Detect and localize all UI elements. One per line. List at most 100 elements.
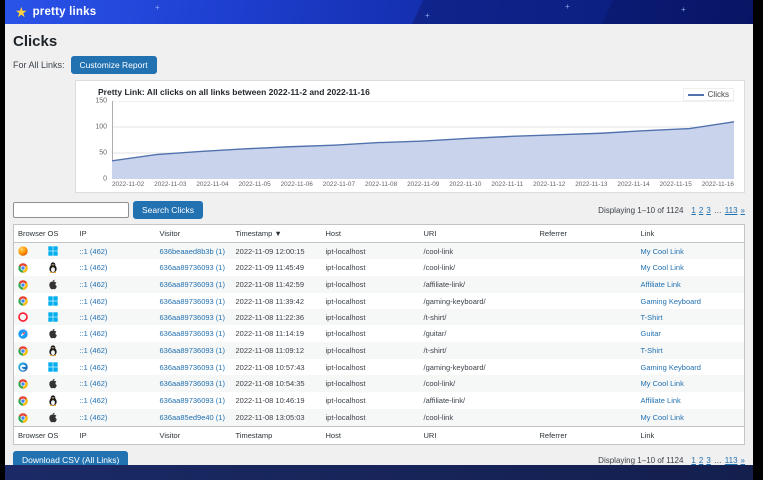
host-cell: ipt-localhost (322, 293, 420, 309)
pagination-page-link[interactable]: 113 (725, 456, 738, 465)
visitor-link[interactable]: 636aa89736093 (1) (160, 297, 225, 306)
legend-label: Clicks (708, 90, 729, 99)
column-header-link[interactable]: Link (637, 427, 745, 445)
search-input[interactable] (13, 202, 129, 218)
ip-link[interactable]: ::1 (462) (80, 263, 108, 272)
column-header-visitor[interactable]: Visitor (156, 427, 232, 445)
ip-link[interactable]: ::1 (462) (80, 280, 108, 289)
column-header-timestamp[interactable]: Timestamp ▼ (232, 225, 322, 243)
host-cell: ipt-localhost (322, 309, 420, 325)
column-header-referrer[interactable]: Referrer (536, 225, 637, 243)
referrer-cell (536, 392, 637, 409)
pagination-page-link[interactable]: 2 (699, 456, 703, 465)
pretty-link-link[interactable]: T-Shirt (641, 313, 663, 322)
os-cell (44, 392, 76, 409)
pagination-page-link[interactable]: 3 (706, 206, 710, 215)
host-cell: ipt-localhost (322, 243, 420, 260)
y-axis-tick: 100 (95, 124, 107, 131)
x-axis-tick: 2022-11-12 (533, 181, 565, 188)
pagination-page-link[interactable]: 113 (725, 206, 738, 215)
column-header-ip[interactable]: IP (76, 427, 156, 445)
link-cell: My Cool Link (637, 259, 745, 276)
visitor-cell: 636aa89736093 (1) (156, 276, 232, 293)
column-header-uri[interactable]: URI (420, 427, 536, 445)
ip-link[interactable]: ::1 (462) (80, 313, 108, 322)
pagination-page-link[interactable]: » (741, 206, 745, 215)
table-body: ::1 (462)636beaaed8b3b (1)2022-11-09 12:… (14, 243, 745, 427)
ip-link[interactable]: ::1 (462) (80, 329, 108, 338)
ip-link[interactable]: ::1 (462) (80, 346, 108, 355)
visitor-link[interactable]: 636beaaed8b3b (1) (160, 247, 225, 256)
table-row: ::1 (462)636aa89736093 (1)2022-11-08 11:… (14, 342, 745, 359)
search-clicks-button[interactable]: Search Clicks (133, 201, 203, 219)
column-header-uri[interactable]: URI (420, 225, 536, 243)
column-header-os[interactable]: OS (44, 225, 76, 243)
pretty-link-link[interactable]: Affiliate Link (641, 396, 681, 405)
referrer-cell (536, 325, 637, 342)
table-row: ::1 (462)636aa89736093 (1)2022-11-08 10:… (14, 375, 745, 392)
pretty-link-link[interactable]: My Cool Link (641, 379, 684, 388)
ip-link[interactable]: ::1 (462) (80, 363, 108, 372)
ip-link[interactable]: ::1 (462) (80, 379, 108, 388)
visitor-link[interactable]: 636aa85ed9e40 (1) (160, 413, 225, 422)
pretty-link-link[interactable]: My Cool Link (641, 413, 684, 422)
pretty-link-link[interactable]: T-Shirt (641, 346, 663, 355)
referrer-cell (536, 375, 637, 392)
column-header-timestamp[interactable]: Timestamp (232, 427, 322, 445)
visitor-link[interactable]: 636aa89736093 (1) (160, 379, 225, 388)
browser-cell (14, 259, 44, 276)
ip-link[interactable]: ::1 (462) (80, 413, 108, 422)
visitor-link[interactable]: 636aa89736093 (1) (160, 329, 225, 338)
column-header-ip[interactable]: IP (76, 225, 156, 243)
pagination-page-link[interactable]: 2 (699, 206, 703, 215)
column-header-referrer[interactable]: Referrer (536, 427, 637, 445)
pagination-page-link[interactable]: 1 (691, 456, 695, 465)
visitor-link[interactable]: 636aa89736093 (1) (160, 263, 225, 272)
x-axis-tick: 2022-11-04 (196, 181, 228, 188)
os-cell (44, 276, 76, 293)
pagination-page-link[interactable]: » (741, 456, 745, 465)
uri-cell: /t-shirt/ (420, 342, 536, 359)
chrome-icon (18, 280, 28, 290)
table-row: ::1 (462)636aa89736093 (1)2022-11-08 11:… (14, 276, 745, 293)
visitor-link[interactable]: 636aa89736093 (1) (160, 280, 225, 289)
host-cell: ipt-localhost (322, 342, 420, 359)
y-axis: 050100150 (86, 101, 112, 179)
pretty-link-link[interactable]: Guitar (641, 329, 661, 338)
pretty-link-link[interactable]: My Cool Link (641, 263, 684, 272)
visitor-link[interactable]: 636aa89736093 (1) (160, 396, 225, 405)
pretty-link-link[interactable]: My Cool Link (641, 247, 684, 256)
visitor-link[interactable]: 636aa89736093 (1) (160, 363, 225, 372)
apple-icon (48, 378, 58, 389)
windows-icon (48, 362, 58, 372)
pretty-link-link[interactable]: Affiliate Link (641, 280, 681, 289)
x-axis-tick: 2022-11-02 (112, 181, 144, 188)
visitor-link[interactable]: 636aa89736093 (1) (160, 346, 225, 355)
table-row: ::1 (462)636aa89736093 (1)2022-11-08 11:… (14, 309, 745, 325)
clicks-chart-panel: Pretty Link: All clicks on all links bet… (75, 80, 745, 193)
column-header-browser[interactable]: Browser (14, 225, 44, 243)
column-header-os[interactable]: OS (44, 427, 76, 445)
customize-report-button[interactable]: Customize Report (71, 56, 157, 74)
chrome-icon (18, 413, 28, 423)
column-header-link[interactable]: Link (637, 225, 745, 243)
host-cell: ipt-localhost (322, 375, 420, 392)
windows-icon (48, 296, 58, 306)
column-header-host[interactable]: Host (322, 427, 420, 445)
ip-link[interactable]: ::1 (462) (80, 297, 108, 306)
host-cell: ipt-localhost (322, 325, 420, 342)
ip-link[interactable]: ::1 (462) (80, 247, 108, 256)
link-cell: My Cool Link (637, 409, 745, 427)
visitor-link[interactable]: 636aa89736093 (1) (160, 313, 225, 322)
column-header-host[interactable]: Host (322, 225, 420, 243)
pagination-page-link[interactable]: 3 (706, 456, 710, 465)
visitor-cell: 636aa89736093 (1) (156, 309, 232, 325)
link-cell: My Cool Link (637, 375, 745, 392)
pretty-link-link[interactable]: Gaming Keyboard (641, 297, 701, 306)
column-header-browser[interactable]: Browser (14, 427, 44, 445)
pagination-page-link[interactable]: 1 (691, 206, 695, 215)
chrome-icon (18, 346, 28, 356)
pretty-link-link[interactable]: Gaming Keyboard (641, 363, 701, 372)
column-header-visitor[interactable]: Visitor (156, 225, 232, 243)
ip-link[interactable]: ::1 (462) (80, 396, 108, 405)
